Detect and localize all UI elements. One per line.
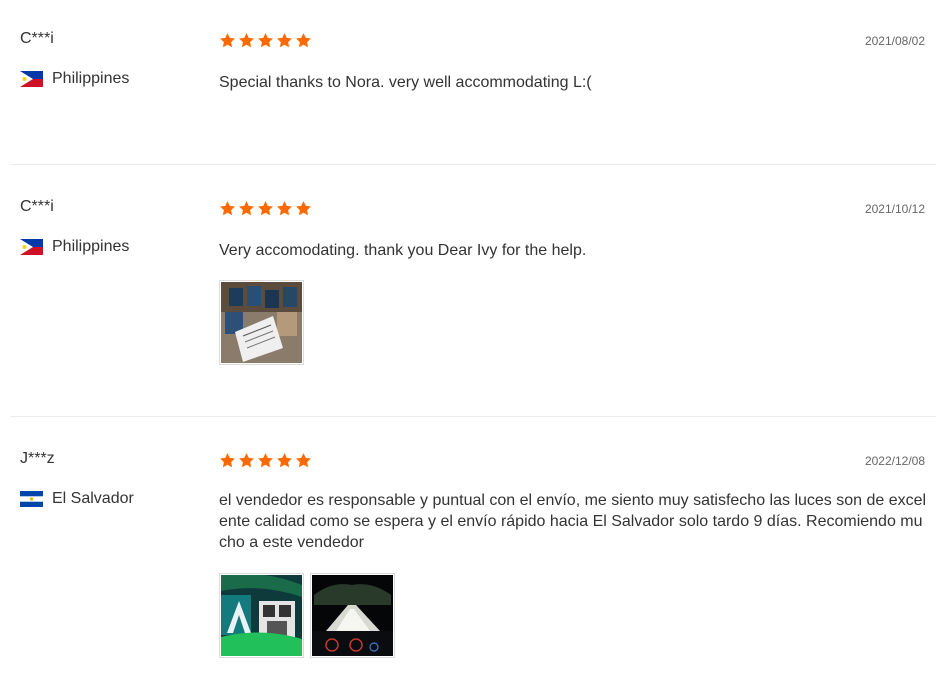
review-photo-night-road[interactable] (310, 573, 395, 658)
star-icon (276, 452, 293, 469)
star-icon (219, 452, 236, 469)
star-icon (238, 452, 255, 469)
reviewer-country: Philippines (20, 238, 129, 256)
review-text: el vendedor es responsable y puntual con… (219, 492, 927, 551)
review-date: 2021/10/12 (864, 202, 925, 216)
review-date: 2022/12/08 (864, 454, 925, 468)
star-icon (238, 200, 255, 217)
rating-stars (219, 452, 312, 469)
reviewer-name: J***z (20, 450, 55, 467)
star-icon (295, 200, 312, 217)
reviewer-name: C***i (20, 198, 54, 215)
review-date: 2021/08/02 (864, 34, 925, 48)
country-name: Philippines (52, 70, 130, 87)
star-icon (257, 32, 274, 49)
reviewer-country: Philippines (20, 70, 129, 88)
review-separator (10, 416, 936, 417)
star-icon (219, 200, 236, 217)
review-text: Very accomodating. thank you Dear Ivy fo… (219, 242, 587, 259)
review-separator (10, 164, 936, 165)
philippines-flag-icon (20, 71, 43, 87)
rating-stars (219, 32, 312, 49)
review-text: Special thanks to Nora. very well accomm… (219, 74, 592, 91)
star-icon (257, 200, 274, 217)
country-name: El Salvador (52, 490, 134, 507)
star-icon (257, 452, 274, 469)
country-name: Philippines (52, 238, 130, 255)
review-photos (219, 573, 395, 658)
star-icon (276, 32, 293, 49)
philippines-flag-icon (20, 239, 43, 255)
star-icon (276, 200, 293, 217)
rating-stars (219, 200, 312, 217)
reviewer-name: C***i (20, 30, 54, 47)
review-photo-dashboard[interactable] (219, 573, 304, 658)
star-icon (295, 32, 312, 49)
review-photo-boxes[interactable] (219, 280, 304, 365)
star-icon (295, 452, 312, 469)
star-icon (219, 32, 236, 49)
star-icon (238, 32, 255, 49)
el-salvador-flag-icon (20, 491, 43, 507)
reviewer-country: El Salvador (20, 490, 134, 508)
review-photos (219, 280, 304, 365)
